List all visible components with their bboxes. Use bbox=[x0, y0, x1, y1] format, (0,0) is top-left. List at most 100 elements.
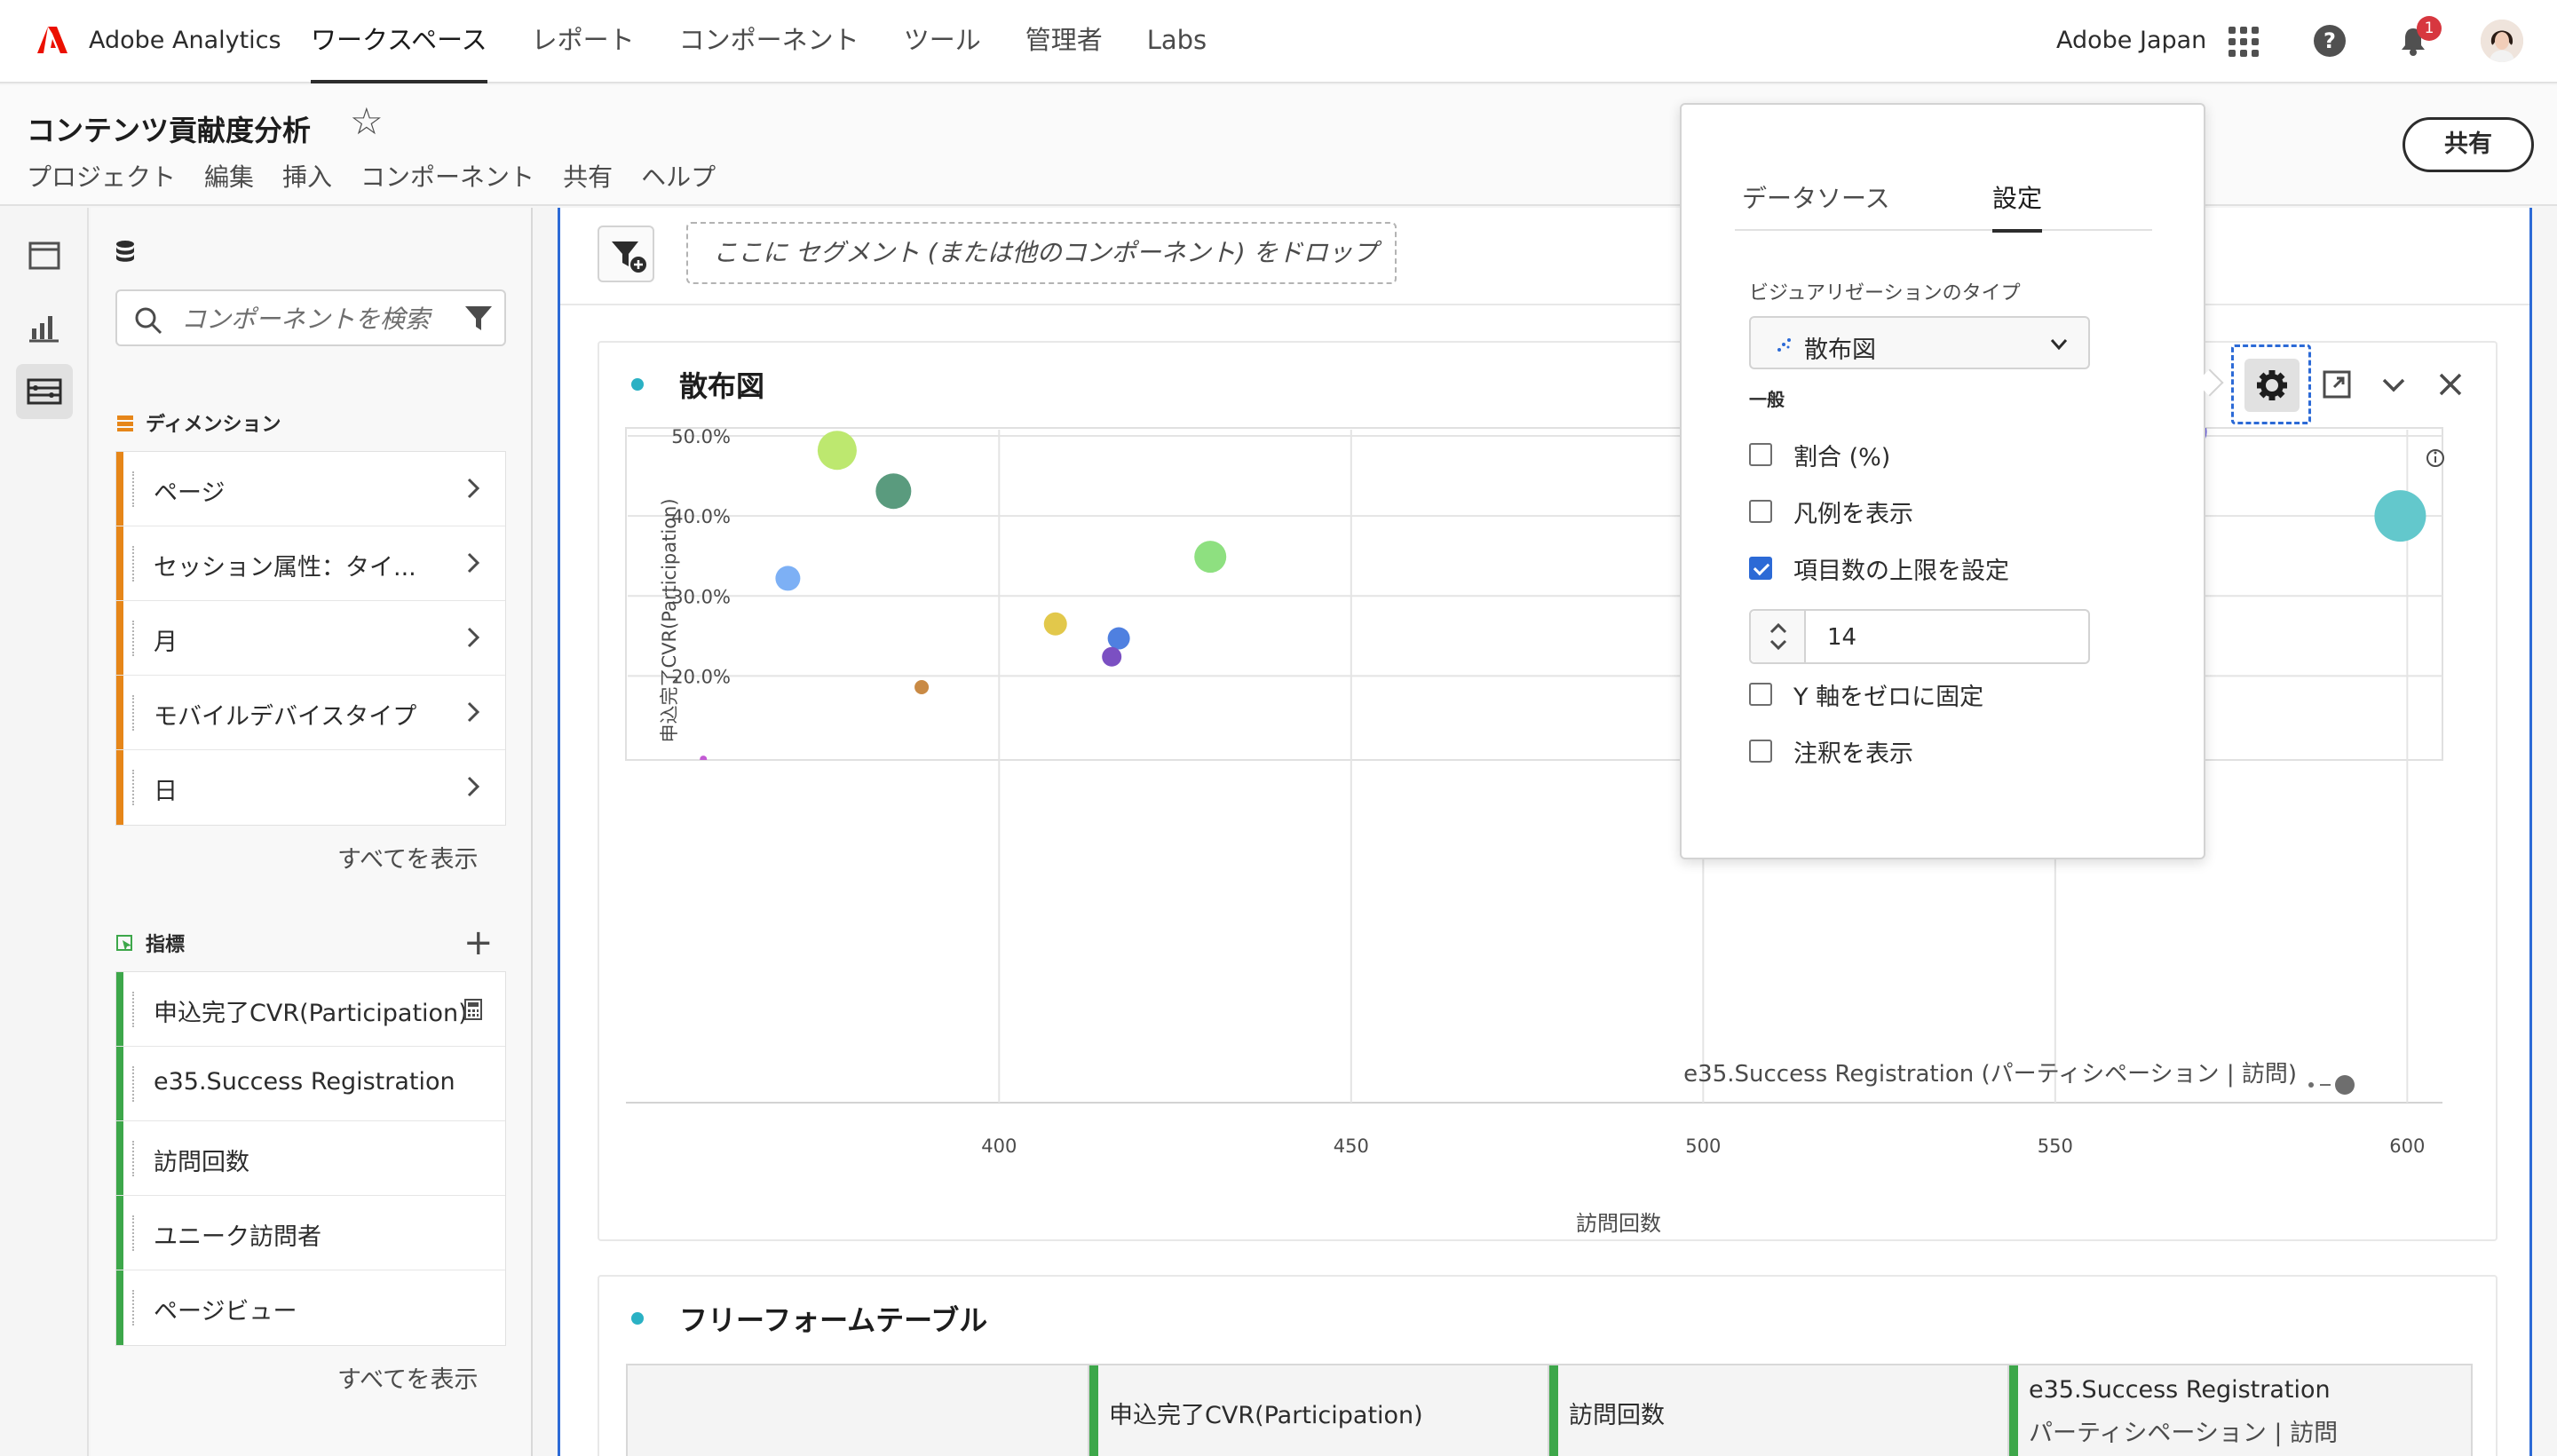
nav-reports[interactable]: レポート bbox=[532, 0, 635, 83]
checkbox-y-zero[interactable] bbox=[1749, 683, 1772, 706]
dimension-item[interactable]: ページ bbox=[116, 452, 505, 526]
chevron-right-icon[interactable] bbox=[466, 626, 480, 649]
adobe-logo-icon[interactable] bbox=[37, 25, 67, 55]
add-metric-icon[interactable]: + bbox=[463, 925, 494, 961]
option-limit-items[interactable]: 項目数の上限を設定 bbox=[1749, 550, 2009, 586]
checkbox-percent[interactable] bbox=[1749, 443, 1772, 466]
drag-handle-icon[interactable] bbox=[132, 770, 136, 805]
metric-item[interactable]: ページビュー bbox=[116, 1270, 505, 1345]
menu-project[interactable]: プロジェクト bbox=[27, 158, 176, 194]
tab-settings[interactable]: 設定 bbox=[1992, 179, 2043, 233]
scatter-point[interactable] bbox=[875, 473, 912, 510]
menu-help[interactable]: ヘルプ bbox=[641, 158, 716, 194]
drag-handle-icon[interactable] bbox=[132, 1215, 136, 1251]
checkbox-annotations[interactable] bbox=[1749, 740, 1772, 763]
metrics-show-all-link[interactable]: すべてを表示 bbox=[337, 1360, 479, 1395]
dimensions-show-all-link[interactable]: すべてを表示 bbox=[337, 840, 479, 874]
metric-item[interactable]: 申込完了CVR(Participation) bbox=[116, 972, 505, 1047]
scatter-point[interactable] bbox=[775, 566, 801, 591]
scatter-point[interactable] bbox=[700, 756, 708, 763]
scatter-point[interactable] bbox=[817, 431, 857, 471]
filter-icon[interactable] bbox=[463, 304, 494, 334]
limit-input[interactable] bbox=[1827, 621, 2058, 653]
chevron-down-icon[interactable] bbox=[2379, 369, 2409, 400]
general-group-label: 一般 bbox=[1749, 389, 1785, 410]
chevron-right-icon[interactable] bbox=[466, 700, 480, 724]
drag-handle-icon[interactable] bbox=[132, 471, 136, 507]
metric-item[interactable]: 訪問回数 bbox=[116, 1121, 505, 1196]
menu-insert[interactable]: 挿入 bbox=[282, 158, 332, 194]
menu-edit[interactable]: 編集 bbox=[204, 158, 254, 194]
column-header-cvr[interactable]: 申込完了CVR(Participation) bbox=[1088, 1365, 1548, 1456]
gear-icon bbox=[2257, 370, 2287, 400]
drag-handle-icon[interactable] bbox=[132, 621, 136, 656]
tab-data-source[interactable]: データソース bbox=[1742, 179, 1890, 231]
dimension-item[interactable]: モバイルデバイスタイプ bbox=[116, 676, 505, 750]
rail-panels-button[interactable] bbox=[16, 229, 73, 284]
scatter-point[interactable] bbox=[1102, 646, 1122, 667]
drag-handle-icon[interactable] bbox=[132, 546, 136, 582]
avatar[interactable] bbox=[2481, 20, 2523, 62]
drag-handle-icon[interactable] bbox=[132, 992, 136, 1027]
nav-labs[interactable]: Labs bbox=[1147, 0, 1207, 83]
drag-handle-icon[interactable] bbox=[132, 695, 136, 731]
checkbox-limit-items[interactable] bbox=[1749, 557, 1772, 580]
nav-tools[interactable]: ツール bbox=[904, 0, 981, 83]
dimension-label: モバイルデバイスタイプ bbox=[154, 703, 417, 731]
component-search-input[interactable] bbox=[181, 302, 447, 336]
top-bar: Adobe Analytics ワークスペース レポート コンポーネント ツール… bbox=[0, 0, 2557, 83]
settings-button[interactable] bbox=[2244, 359, 2300, 412]
drag-handle-icon[interactable] bbox=[132, 1290, 136, 1325]
option-annotations[interactable]: 注釈を表示 bbox=[1749, 733, 1913, 769]
rail-components-button[interactable] bbox=[16, 364, 73, 419]
option-y-zero[interactable]: Y 軸をゼロに固定 bbox=[1749, 677, 1983, 712]
nav-workspace[interactable]: ワークスペース bbox=[311, 0, 487, 83]
table-title[interactable]: フリーフォームテーブル bbox=[679, 1298, 987, 1339]
database-icon[interactable] bbox=[115, 240, 135, 263]
search-icon bbox=[135, 307, 162, 335]
help-icon[interactable]: ? bbox=[2314, 25, 2346, 57]
drag-handle-icon[interactable] bbox=[132, 1066, 136, 1102]
scatter-point[interactable] bbox=[2374, 490, 2426, 542]
scatter-point[interactable] bbox=[1107, 627, 1130, 650]
segment-drop-zone[interactable]: ここに セグメント (または他のコンポーネント) をドロップ bbox=[686, 222, 1397, 284]
share-button[interactable]: 共有 bbox=[2403, 117, 2534, 172]
stepper-buttons[interactable] bbox=[1751, 611, 1806, 662]
drag-handle-icon[interactable] bbox=[132, 1141, 136, 1176]
x-tick-label: 600 bbox=[2389, 1136, 2425, 1157]
scatter-point[interactable] bbox=[1043, 612, 1067, 636]
segment-filter-button[interactable] bbox=[598, 226, 654, 282]
metric-color-bar bbox=[116, 972, 123, 1046]
nav-admin[interactable]: 管理者 bbox=[1025, 0, 1103, 83]
column-header-visits[interactable]: 訪問回数 bbox=[1548, 1365, 2007, 1456]
expand-icon[interactable] bbox=[2322, 369, 2352, 400]
checkbox-show-legend[interactable] bbox=[1749, 500, 1772, 523]
scatter-point[interactable] bbox=[914, 679, 930, 694]
dimension-item[interactable]: セッション属性：タイ... bbox=[116, 526, 505, 601]
metric-item[interactable]: e35.Success Registration bbox=[116, 1047, 505, 1121]
nav-components[interactable]: コンポーネント bbox=[679, 0, 859, 83]
menu-components[interactable]: コンポーネント bbox=[360, 158, 534, 194]
close-icon[interactable] bbox=[2435, 369, 2466, 400]
chevron-right-icon[interactable] bbox=[466, 477, 480, 500]
scatter-point[interactable] bbox=[1194, 541, 1227, 574]
dimension-item[interactable]: 日 bbox=[116, 750, 505, 825]
option-percent[interactable]: 割合 (%) bbox=[1749, 437, 1890, 472]
viz-type-dropdown[interactable]: 散布図 bbox=[1749, 316, 2090, 369]
app-name[interactable]: Adobe Analytics bbox=[89, 27, 281, 54]
chevron-right-icon[interactable] bbox=[466, 551, 480, 574]
favorite-star-icon[interactable]: ☆ bbox=[350, 103, 384, 140]
apps-grid-icon[interactable] bbox=[2228, 27, 2259, 57]
metric-item[interactable]: ユニーク訪問者 bbox=[116, 1196, 505, 1270]
option-show-legend[interactable]: 凡例を表示 bbox=[1749, 494, 1913, 529]
chevron-right-icon[interactable] bbox=[466, 775, 480, 798]
stepper-arrows-icon bbox=[1769, 622, 1787, 651]
dimension-item[interactable]: 月 bbox=[116, 601, 505, 676]
column-header-registration[interactable]: e35.Success Registration パーティシペーション | 訪問 bbox=[2007, 1365, 2471, 1456]
settings-tabs: データソース 設定 bbox=[1735, 179, 2152, 233]
rail-visualizations-button[interactable] bbox=[16, 300, 73, 355]
menu-share[interactable]: 共有 bbox=[563, 158, 613, 194]
component-search bbox=[115, 289, 506, 346]
project-title[interactable]: コンテンツ貢献度分析 bbox=[27, 108, 311, 149]
org-switcher[interactable]: Adobe Japan bbox=[2056, 27, 2206, 54]
